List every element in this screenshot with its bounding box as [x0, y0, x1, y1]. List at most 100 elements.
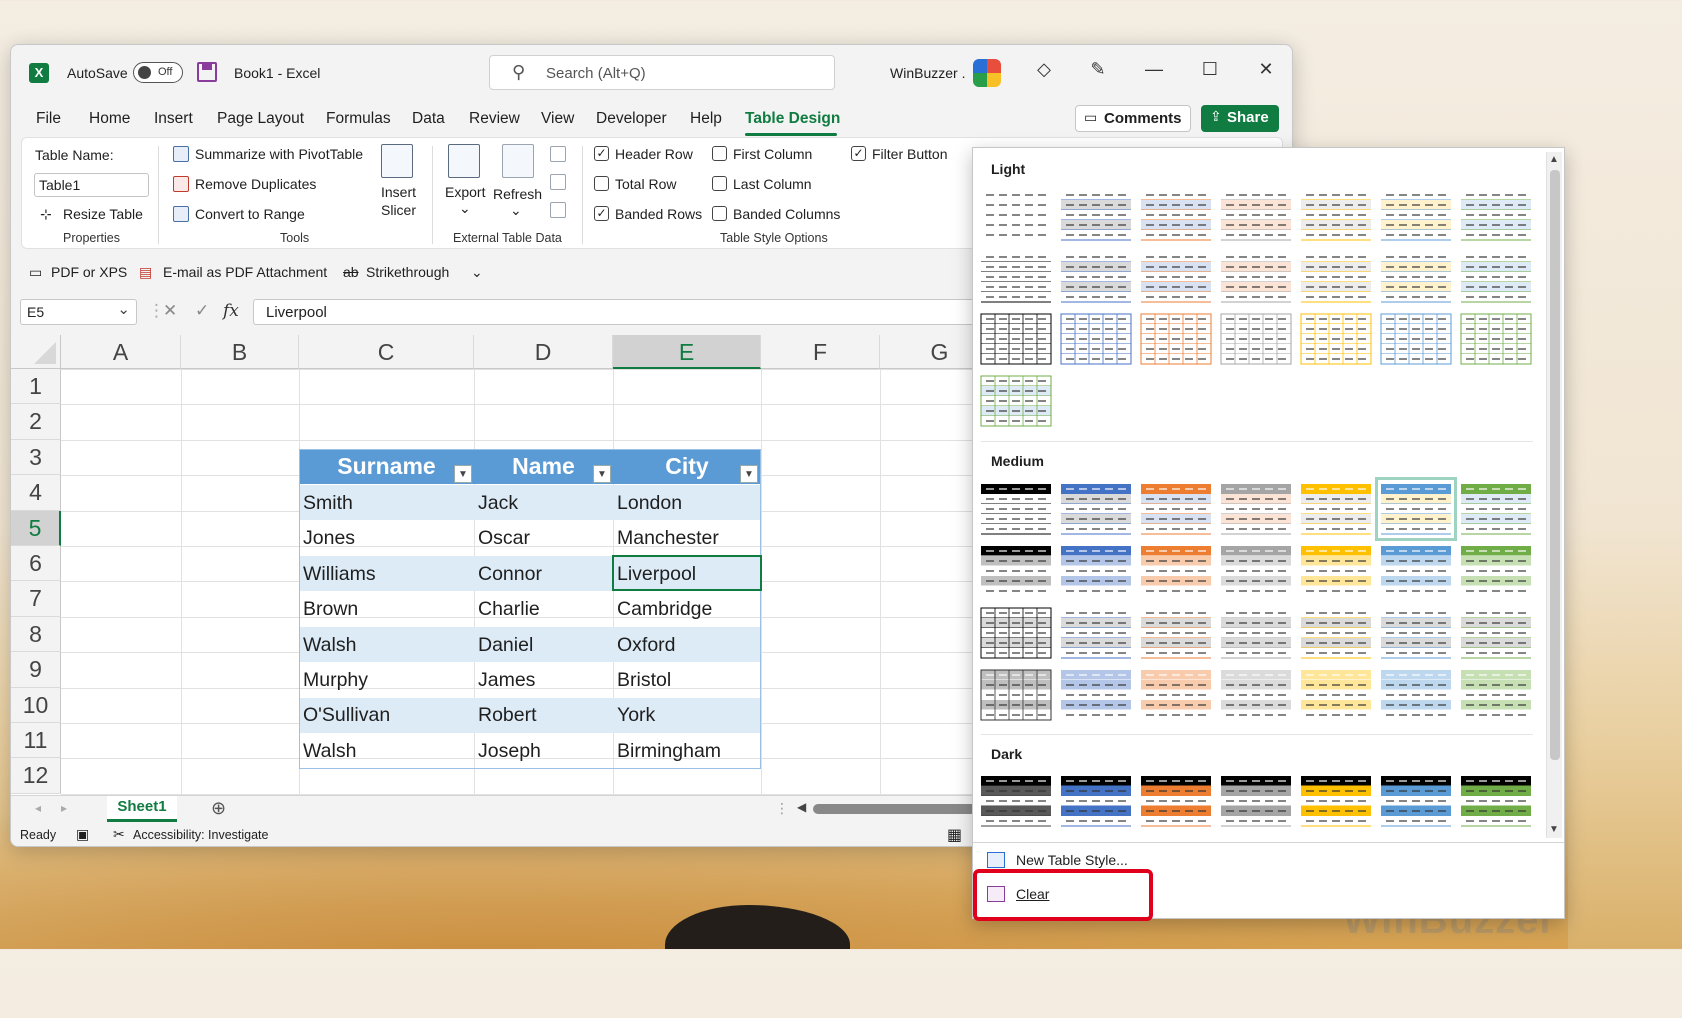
- convert-to-range-button[interactable]: Convert to Range: [195, 206, 305, 222]
- accessibility-status[interactable]: Accessibility: Investigate: [133, 828, 268, 842]
- column-header-e[interactable]: E: [613, 335, 761, 369]
- table-style-swatch[interactable]: [1460, 606, 1532, 660]
- table-style-swatch[interactable]: [1220, 250, 1292, 304]
- table-style-swatch[interactable]: [1140, 188, 1212, 242]
- tab-formulas[interactable]: Formulas: [326, 110, 391, 128]
- add-sheet-icon[interactable]: ⊕: [211, 798, 226, 819]
- table-style-swatch[interactable]: [1220, 774, 1292, 828]
- table-style-swatch[interactable]: [1460, 312, 1532, 366]
- table-style-swatch[interactable]: [980, 188, 1052, 242]
- sheet-tab[interactable]: Sheet1: [107, 796, 177, 822]
- table-style-swatch[interactable]: [1140, 312, 1212, 366]
- table-style-swatch[interactable]: [1300, 668, 1372, 722]
- autosave-toggle[interactable]: Off: [133, 62, 183, 83]
- scroll-down-icon[interactable]: ▼: [1549, 824, 1559, 835]
- table-style-swatch[interactable]: [1060, 606, 1132, 660]
- new-table-style-button[interactable]: New Table Style...: [1016, 852, 1128, 868]
- table-style-swatch[interactable]: [980, 374, 1052, 428]
- table-style-swatch[interactable]: [1300, 188, 1372, 242]
- table-style-swatch[interactable]: [980, 668, 1052, 722]
- user-name[interactable]: WinBuzzer .: [890, 65, 965, 81]
- summarize-pivottable-button[interactable]: Summarize with PivotTable: [195, 146, 363, 162]
- minimize-icon[interactable]: —: [1141, 59, 1167, 80]
- table-style-swatch[interactable]: [1460, 482, 1532, 536]
- macro-record-icon[interactable]: ▣: [76, 826, 89, 843]
- table-style-swatch[interactable]: [1060, 188, 1132, 242]
- banded-columns-checkbox[interactable]: [712, 206, 727, 221]
- open-browser-icon[interactable]: [550, 174, 566, 190]
- table-style-swatch[interactable]: [1140, 668, 1212, 722]
- table-style-swatch[interactable]: [1060, 774, 1132, 828]
- table-style-swatch[interactable]: [1300, 774, 1372, 828]
- tab-home[interactable]: Home: [89, 110, 130, 128]
- row-header[interactable]: 8: [11, 616, 61, 653]
- table-style-swatch[interactable]: [1460, 250, 1532, 304]
- row-header[interactable]: 4: [11, 475, 61, 511]
- next-sheet-icon[interactable]: ▸: [61, 801, 67, 815]
- tab-insert[interactable]: Insert: [154, 110, 193, 128]
- strikethrough-button[interactable]: Strikethrough: [366, 264, 449, 280]
- table-style-swatch[interactable]: [980, 774, 1052, 828]
- export-button[interactable]: Export: [445, 184, 485, 200]
- row-header[interactable]: 11: [11, 723, 61, 759]
- table-style-swatch[interactable]: [1140, 606, 1212, 660]
- table-style-swatch[interactable]: [1220, 482, 1292, 536]
- enter-icon[interactable]: ✓: [195, 301, 209, 321]
- table-style-swatch[interactable]: [1140, 482, 1212, 536]
- tab-help[interactable]: Help: [690, 110, 722, 128]
- row-header[interactable]: 9: [11, 652, 61, 688]
- tab-data[interactable]: Data: [412, 110, 445, 128]
- user-avatar[interactable]: [973, 59, 1001, 87]
- table-style-swatch[interactable]: [1380, 774, 1452, 828]
- table-style-swatch[interactable]: [980, 312, 1052, 366]
- close-icon[interactable]: ✕: [1253, 59, 1279, 80]
- total-row-checkbox[interactable]: [594, 176, 609, 191]
- pdf-xps-button[interactable]: PDF or XPS: [51, 264, 127, 280]
- normal-view-icon[interactable]: ▦: [947, 825, 962, 845]
- search-box[interactable]: ⚲ Search (Alt+Q): [489, 55, 835, 90]
- tab-view[interactable]: View: [541, 110, 574, 128]
- table-style-swatch[interactable]: [1460, 188, 1532, 242]
- diamond-icon[interactable]: ◇: [1031, 59, 1057, 80]
- column-header-c[interactable]: C: [299, 335, 474, 369]
- table-style-swatch[interactable]: [1380, 188, 1452, 242]
- scroll-up-icon[interactable]: ▲: [1549, 154, 1559, 165]
- tab-table-design[interactable]: Table Design: [745, 110, 840, 128]
- table-style-swatch[interactable]: [1380, 606, 1452, 660]
- table-style-swatch[interactable]: [1380, 250, 1452, 304]
- table-style-swatch[interactable]: [1300, 544, 1372, 598]
- export-dropdown-icon[interactable]: ⌄: [459, 200, 471, 217]
- header-row-checkbox[interactable]: ✓: [594, 146, 609, 161]
- insert-function-icon[interactable]: fx: [223, 301, 239, 321]
- table-style-swatch[interactable]: [1220, 312, 1292, 366]
- tab-review[interactable]: Review: [469, 110, 520, 128]
- table-style-swatch[interactable]: [1140, 774, 1212, 828]
- unlink-icon[interactable]: [550, 202, 566, 218]
- column-header-f[interactable]: F: [761, 335, 880, 369]
- table-style-swatch[interactable]: [1375, 477, 1457, 541]
- select-all-button[interactable]: [11, 335, 61, 369]
- maximize-icon[interactable]: ☐: [1197, 59, 1223, 80]
- tab-split-handle-icon[interactable]: ⋮: [775, 800, 789, 817]
- table-style-swatch[interactable]: [1380, 312, 1452, 366]
- refresh-button[interactable]: Refresh: [493, 186, 542, 202]
- table-style-swatch[interactable]: [1300, 606, 1372, 660]
- table-style-swatch[interactable]: [1140, 544, 1212, 598]
- table-style-swatch[interactable]: [1140, 250, 1212, 304]
- cancel-icon[interactable]: ✕: [163, 301, 177, 321]
- table-style-swatch[interactable]: [1220, 668, 1292, 722]
- table-style-swatch[interactable]: [1460, 544, 1532, 598]
- accessibility-icon[interactable]: ✂: [113, 826, 125, 843]
- row-header[interactable]: 2: [11, 404, 61, 440]
- share-button[interactable]: Share: [1201, 105, 1279, 132]
- table-style-swatch[interactable]: [1380, 544, 1452, 598]
- filter-button-checkbox[interactable]: ✓: [851, 146, 866, 161]
- remove-duplicates-button[interactable]: Remove Duplicates: [195, 176, 316, 192]
- refresh-dropdown-icon[interactable]: ⌄: [510, 202, 522, 219]
- prev-sheet-icon[interactable]: ◂: [35, 801, 41, 815]
- column-header-d[interactable]: D: [474, 335, 613, 369]
- insert-slicer-button-line1[interactable]: Insert: [381, 184, 416, 200]
- table-style-swatch[interactable]: [980, 250, 1052, 304]
- table-style-swatch[interactable]: [1060, 482, 1132, 536]
- save-icon[interactable]: [197, 62, 217, 82]
